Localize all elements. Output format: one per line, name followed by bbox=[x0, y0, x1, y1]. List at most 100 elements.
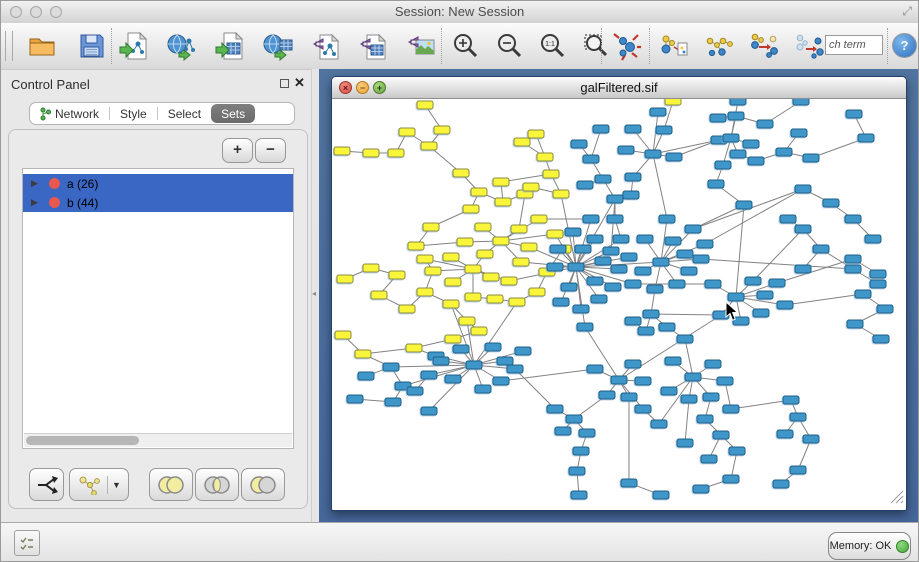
graph-node[interactable] bbox=[665, 237, 681, 245]
graph-node[interactable] bbox=[471, 188, 487, 196]
graph-node[interactable] bbox=[685, 373, 701, 381]
graph-node[interactable] bbox=[595, 175, 611, 183]
graph-node[interactable] bbox=[635, 405, 651, 413]
graph-node[interactable] bbox=[465, 265, 481, 273]
scrollbar-thumb[interactable] bbox=[26, 436, 139, 445]
graph-node[interactable] bbox=[363, 149, 379, 157]
remove-set-button[interactable]: − bbox=[255, 138, 286, 163]
import-network-file-button[interactable] bbox=[117, 29, 151, 63]
graph-node[interactable] bbox=[363, 264, 379, 272]
graph-node[interactable] bbox=[358, 372, 374, 380]
graph-node[interactable] bbox=[493, 237, 509, 245]
graph-node[interactable] bbox=[730, 150, 746, 158]
graph-node[interactable] bbox=[337, 275, 353, 283]
difference-sets-button[interactable] bbox=[241, 468, 285, 501]
graph-node[interactable] bbox=[417, 255, 433, 263]
graph-node[interactable] bbox=[846, 110, 862, 118]
graph-node[interactable] bbox=[618, 146, 634, 154]
graph-node[interactable] bbox=[433, 357, 449, 365]
graph-node[interactable] bbox=[793, 99, 809, 105]
graph-node[interactable] bbox=[587, 365, 603, 373]
graph-node[interactable] bbox=[547, 405, 563, 413]
import-network-web-button[interactable] bbox=[165, 29, 199, 63]
apply-layout-button[interactable] bbox=[609, 29, 643, 63]
expander-icon[interactable]: ▶ bbox=[31, 197, 40, 208]
graph-node[interactable] bbox=[845, 265, 861, 273]
graph-node[interactable] bbox=[611, 265, 627, 273]
graph-node[interactable] bbox=[443, 253, 459, 261]
graph-node[interactable] bbox=[693, 485, 709, 493]
network-window-titlebar[interactable]: × − + galFiltered.sif bbox=[332, 77, 906, 99]
graph-node[interactable] bbox=[697, 415, 713, 423]
add-set-button[interactable]: + bbox=[222, 138, 253, 163]
graph-node[interactable] bbox=[613, 235, 629, 243]
graph-node[interactable] bbox=[513, 258, 529, 266]
graph-node[interactable] bbox=[547, 263, 563, 271]
graph-node[interactable] bbox=[445, 278, 461, 286]
graph-node[interactable] bbox=[529, 288, 545, 296]
graph-node[interactable] bbox=[783, 396, 799, 404]
graph-node[interactable] bbox=[855, 290, 871, 298]
export-table-button[interactable] bbox=[356, 29, 390, 63]
hide-selection-button[interactable] bbox=[792, 29, 826, 63]
graph-node[interactable] bbox=[423, 223, 439, 231]
graph-node[interactable] bbox=[528, 130, 544, 138]
graph-node[interactable] bbox=[877, 305, 893, 313]
graph-node[interactable] bbox=[790, 466, 806, 474]
graph-node[interactable] bbox=[623, 191, 639, 199]
graph-node[interactable] bbox=[656, 126, 672, 134]
graph-node[interactable] bbox=[406, 344, 422, 352]
zoom-out-button[interactable] bbox=[492, 29, 526, 63]
expander-icon[interactable]: ▶ bbox=[31, 178, 40, 189]
graph-node[interactable] bbox=[573, 305, 589, 313]
graph-node[interactable] bbox=[385, 398, 401, 406]
graph-node[interactable] bbox=[730, 99, 746, 105]
graph-node[interactable] bbox=[593, 125, 609, 133]
graph-node[interactable] bbox=[603, 247, 619, 255]
graph-node[interactable] bbox=[485, 343, 501, 351]
import-table-web-button[interactable] bbox=[261, 29, 295, 63]
graph-node[interactable] bbox=[443, 300, 459, 308]
graph-node[interactable] bbox=[847, 320, 863, 328]
graph-node[interactable] bbox=[463, 205, 479, 213]
tab-network[interactable]: Network bbox=[30, 103, 109, 124]
graph-node[interactable] bbox=[515, 347, 531, 355]
zoom-fit-button[interactable]: 1:1 bbox=[535, 29, 569, 63]
graph-node[interactable] bbox=[621, 393, 637, 401]
help-button[interactable]: ? bbox=[892, 33, 917, 58]
graph-node[interactable] bbox=[743, 140, 759, 148]
graph-node[interactable] bbox=[568, 263, 584, 271]
graph-node[interactable] bbox=[813, 245, 829, 253]
graph-node[interactable] bbox=[475, 223, 491, 231]
graph-node[interactable] bbox=[776, 148, 792, 156]
select-from-selection-button[interactable] bbox=[747, 29, 781, 63]
union-sets-button[interactable] bbox=[149, 468, 193, 501]
graph-node[interactable] bbox=[665, 99, 681, 105]
graph-node[interactable] bbox=[736, 201, 752, 209]
graph-node[interactable] bbox=[791, 129, 807, 137]
set-row-a[interactable]: ▶ a (26) bbox=[23, 174, 293, 193]
save-session-button[interactable] bbox=[75, 29, 109, 63]
graph-node[interactable] bbox=[733, 317, 749, 325]
graph-node[interactable] bbox=[625, 125, 641, 133]
graph-node[interactable] bbox=[717, 377, 733, 385]
graph-node[interactable] bbox=[399, 305, 415, 313]
zoom-in-button[interactable] bbox=[448, 29, 482, 63]
graph-node[interactable] bbox=[550, 245, 566, 253]
tab-select[interactable]: Select bbox=[158, 103, 211, 124]
graph-node[interactable] bbox=[803, 435, 819, 443]
graph-node[interactable] bbox=[561, 283, 577, 291]
float-panel-icon[interactable] bbox=[280, 79, 289, 88]
close-panel-icon[interactable]: ✕ bbox=[294, 75, 305, 91]
graph-node[interactable] bbox=[803, 154, 819, 162]
graph-node[interactable] bbox=[790, 413, 806, 421]
graph-node[interactable] bbox=[647, 285, 663, 293]
graph-node[interactable] bbox=[453, 345, 469, 353]
graph-node[interactable] bbox=[873, 335, 889, 343]
export-network-button[interactable] bbox=[309, 29, 343, 63]
graph-node[interactable] bbox=[780, 215, 796, 223]
graph-node[interactable] bbox=[417, 288, 433, 296]
graph-node[interactable] bbox=[399, 128, 415, 136]
graph-node[interactable] bbox=[659, 323, 675, 331]
graph-node[interactable] bbox=[583, 155, 599, 163]
